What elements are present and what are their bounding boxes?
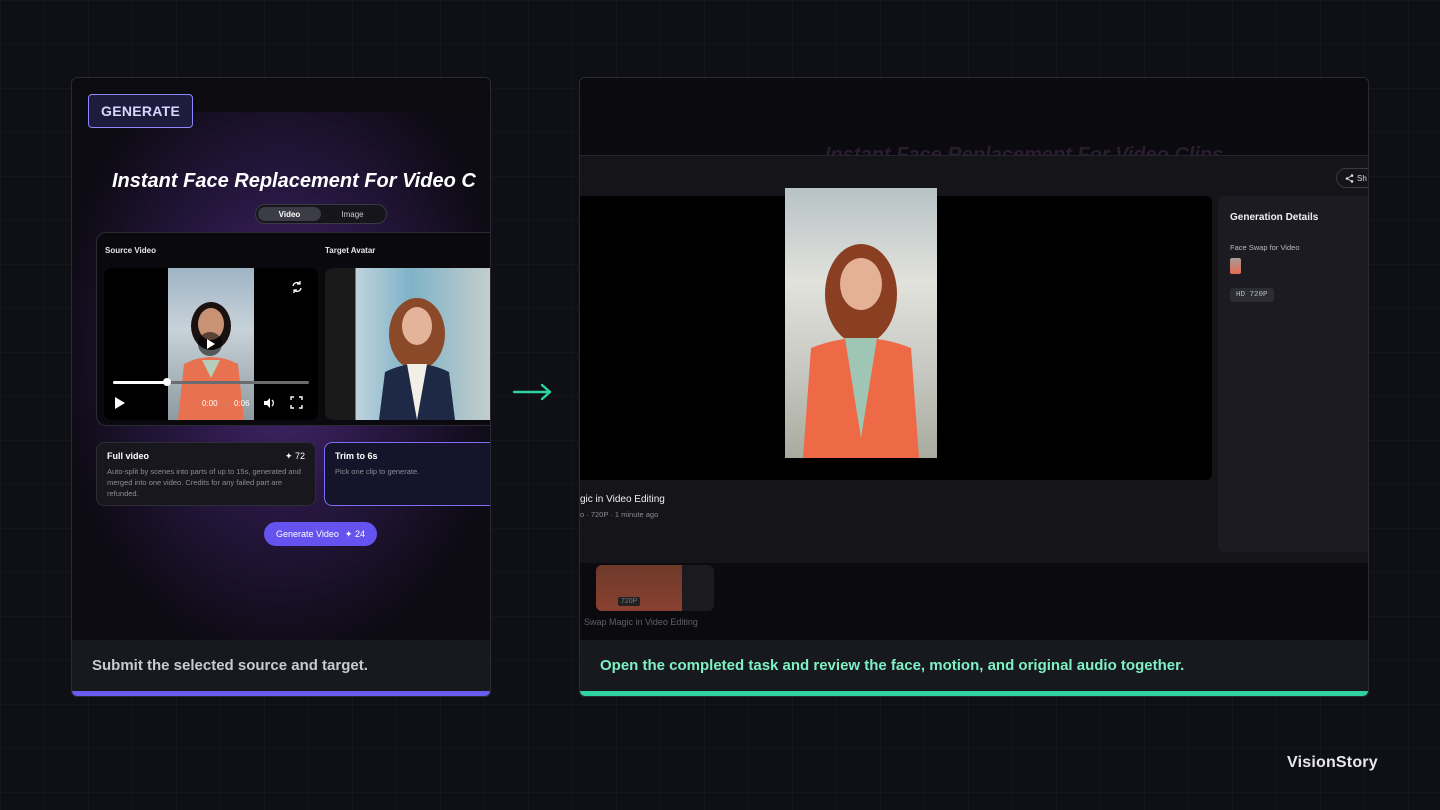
target-avatar-image[interactable] [325, 268, 490, 420]
generate-badge: GENERATE [88, 94, 194, 128]
source-video-player[interactable]: 0:00 / 0:06 [104, 268, 318, 420]
time-current: 0:00 [202, 399, 218, 408]
play-overlay-icon[interactable] [198, 332, 222, 356]
target-avatar-label: Target Avatar [325, 246, 376, 255]
full-video-desc: Auto-split by scenes into parts of up to… [107, 467, 301, 498]
generation-details-panel: Generation Details Face Swap for Video H… [1218, 196, 1368, 552]
media-panel: Source Video Target Avatar 0:00 / 0:06 [96, 232, 490, 426]
toggle-image[interactable]: Image [321, 207, 384, 221]
time-separator: / [226, 399, 229, 408]
result-caption: Open the completed task and review the f… [580, 640, 1368, 696]
video-meta: o · 720P · 1 minute ago [580, 510, 659, 519]
arrow-right-icon [512, 383, 552, 401]
play-icon[interactable] [114, 396, 126, 410]
generate-caption: Submit the selected source and target. [72, 640, 490, 696]
generate-screenshot: Instant Face Replacement For Video C Vid… [72, 112, 490, 642]
scrubber-progress [113, 381, 167, 384]
video-scrubber[interactable] [113, 378, 309, 386]
media-type-toggle[interactable]: Video Image [255, 204, 387, 224]
fullscreen-icon[interactable] [290, 396, 303, 409]
full-video-title: Full video [107, 451, 150, 461]
history-item-title: Swap Magic in Video Editing [584, 617, 698, 627]
toggle-video[interactable]: Video [258, 207, 321, 221]
generate-video-button[interactable]: Generate Video ✦ 24 [264, 522, 377, 546]
details-title: Generation Details [1230, 212, 1319, 223]
full-video-credits: ✦ 72 [284, 451, 305, 461]
source-video-label: Source Video [105, 246, 156, 255]
video-title: gic in Video Editing [580, 494, 665, 505]
loop-icon[interactable] [290, 280, 304, 294]
target-thumbnail [1230, 258, 1241, 274]
generate-step-card: GENERATE Instant Face Replacement For Vi… [71, 77, 491, 697]
finished-result-card: Instant Face Replacement For Video Clips… [579, 77, 1369, 697]
result-screenshot: Instant Face Replacement For Video Clips… [580, 78, 1368, 642]
history-res-tag: 720P [618, 597, 641, 606]
trim-title: Trim to 6s [335, 451, 378, 461]
time-total: 0:06 [234, 399, 250, 408]
full-video-option[interactable]: Full video ✦ 72 Auto-split by scenes int… [96, 442, 316, 506]
volume-icon[interactable] [262, 396, 276, 410]
details-type: Face Swap for Video [1230, 243, 1300, 252]
trim-desc: Pick one clip to generate. [335, 467, 420, 476]
result-video-frame[interactable] [785, 188, 937, 458]
share-label: Sh [1357, 173, 1367, 183]
share-button[interactable]: Sh [1336, 168, 1368, 188]
resolution-tag: HD 720P [1230, 288, 1274, 302]
scrubber-handle[interactable] [163, 378, 171, 386]
history-item-thumbnail[interactable]: 720P [596, 565, 714, 611]
trim-option[interactable]: Trim to 6s Pick one clip to generate. [324, 442, 490, 506]
share-icon [1345, 173, 1354, 183]
result-app-view: Sh Generation Details Face Swap for Vide… [580, 155, 1368, 563]
generate-button-credits: ✦ 24 [344, 528, 365, 539]
generate-button-label: Generate Video [276, 529, 339, 539]
hero-title: Instant Face Replacement For Video C [112, 170, 476, 192]
brand-logo: VisionStory [1287, 754, 1378, 771]
